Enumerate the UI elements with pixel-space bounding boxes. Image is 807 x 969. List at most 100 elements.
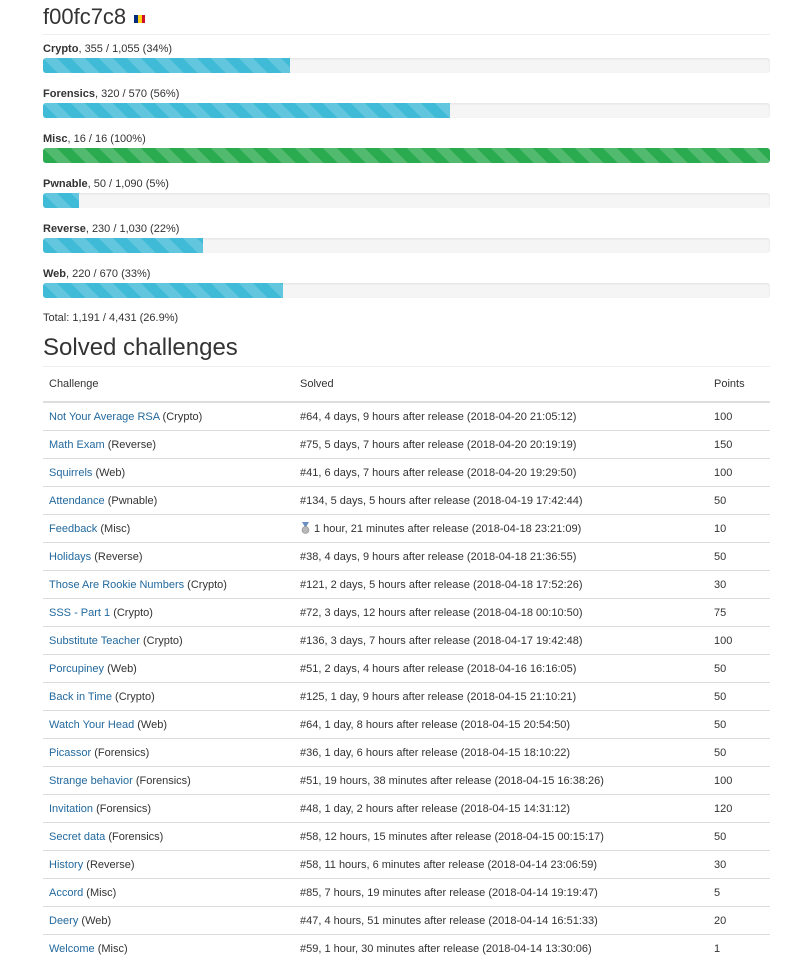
column-header-solved: Solved <box>294 367 708 403</box>
challenge-link[interactable]: Porcupiney <box>49 663 104 675</box>
challenge-link[interactable]: SSS - Part 1 <box>49 607 110 619</box>
progress-track <box>43 58 770 73</box>
progress-bar-fill <box>43 193 80 208</box>
challenge-category: (Forensics) <box>91 746 150 759</box>
challenge-cell: Attendance (Pwnable) <box>43 486 294 515</box>
solved-cell: #51, 2 days, 4 hours after release (2018… <box>294 654 708 683</box>
challenge-link[interactable]: Strange behavior <box>49 775 133 787</box>
category-name: Forensics <box>43 88 95 100</box>
table-row: Those Are Rookie Numbers (Crypto) #121, 2… <box>43 570 770 599</box>
challenge-link[interactable]: Not Your Average RSA <box>49 411 160 423</box>
solved-cell: #64, 4 days, 9 hours after release (2018… <box>294 402 708 431</box>
challenge-link[interactable]: Squirrels <box>49 467 92 479</box>
profile-header: f00fc7c8 <box>43 0 770 35</box>
challenge-link[interactable]: Substitute Teacher <box>49 635 140 647</box>
challenge-link[interactable]: Those Are Rookie Numbers <box>49 579 184 591</box>
table-header-row: Challenge Solved Points <box>43 367 770 403</box>
category-progress: Reverse, 230 / 1,030 (22%) <box>43 221 770 266</box>
category-name: Misc <box>43 133 68 145</box>
challenge-link[interactable]: Invitation <box>49 803 93 815</box>
challenge-cell: Watch Your Head (Web) <box>43 710 294 739</box>
category-label: Web, 220 / 670 (33%) <box>43 266 770 281</box>
category-stats: , 220 / 670 (33%) <box>66 268 151 280</box>
challenge-link[interactable]: Picassor <box>49 747 91 759</box>
challenge-link[interactable]: History <box>49 859 83 871</box>
challenge-cell: History (Reverse) <box>43 850 294 879</box>
solved-info: #51, 19 hours, 38 minutes after release … <box>300 774 604 787</box>
column-header-challenge: Challenge <box>43 367 294 403</box>
points-cell: 100 <box>714 410 733 423</box>
category-stats: , 50 / 1,090 (5%) <box>87 178 169 190</box>
first-blood-medal-icon <box>301 522 310 534</box>
points-cell: 30 <box>708 850 770 879</box>
challenge-cell: Strange behavior (Forensics) <box>43 766 294 795</box>
challenge-link[interactable]: Attendance <box>49 495 105 507</box>
solved-info: #58, 11 hours, 6 minutes after release (… <box>300 858 597 871</box>
challenge-link[interactable]: Watch Your Head <box>49 719 134 731</box>
challenge-link[interactable]: Deery <box>49 915 78 927</box>
challenge-cell: Secret data (Forensics) <box>43 822 294 851</box>
challenge-category: (Reverse) <box>104 438 156 451</box>
solved-info: #72, 3 days, 12 hours after release (201… <box>300 606 583 619</box>
table-row: Porcupiney (Web) #51, 2 days, 4 hours aft… <box>43 654 770 683</box>
solved-info: #48, 1 day, 2 hours after release (2018-… <box>300 802 571 815</box>
challenge-link[interactable]: Feedback <box>49 523 97 535</box>
points-cell: 100 <box>708 766 770 795</box>
points-cell: 50 <box>708 822 770 851</box>
profile-page: f00fc7c8 Crypto, 355 / 1,055 (34%) Forens… <box>0 0 807 962</box>
category-progress: Pwnable, 50 / 1,090 (5%) <box>43 176 770 221</box>
solved-cell: #47, 4 hours, 51 minutes after release (… <box>294 906 708 935</box>
category-label: Forensics, 320 / 570 (56%) <box>43 86 770 101</box>
challenge-cell: Back in Time (Crypto) <box>43 682 294 711</box>
table-row: Welcome (Misc) #59, 1 hour, 30 minutes af… <box>43 934 770 962</box>
points-cell: 75 <box>708 598 770 627</box>
solved-cell: #58, 11 hours, 6 minutes after release (… <box>294 850 708 879</box>
challenge-link[interactable]: Welcome <box>49 943 95 955</box>
progress-track <box>43 283 770 298</box>
table-row: Squirrels (Web) #41, 6 days, 7 hours afte… <box>43 458 770 487</box>
username: f00fc7c8 <box>43 4 127 29</box>
table-row: Attendance (Pwnable) #134, 5 days, 5 hour… <box>43 486 770 515</box>
challenge-category: (Misc) <box>94 942 128 955</box>
challenge-category: (Forensics) <box>105 830 164 843</box>
flag-stripe <box>141 15 146 23</box>
solved-cell: 1 hour, 21 minutes after release (2018-0… <box>294 514 708 543</box>
challenge-link[interactable]: Secret data <box>49 831 105 843</box>
solved-info: 1 hour, 21 minutes after release (2018-0… <box>314 523 582 535</box>
category-progress: Misc, 16 / 16 (100%) <box>43 131 770 176</box>
challenge-link[interactable]: Holidays <box>49 551 91 563</box>
table-row: Invitation (Forensics) #48, 1 day, 2 hour… <box>43 794 770 823</box>
solved-info: #136, 3 days, 7 hours after release (201… <box>300 634 583 647</box>
category-label: Pwnable, 50 / 1,090 (5%) <box>43 176 770 191</box>
solved-cell: #51, 19 hours, 38 minutes after release … <box>294 766 708 795</box>
points-cell: 50 <box>708 654 770 683</box>
solved-cell: #85, 7 hours, 19 minutes after release (… <box>294 878 708 907</box>
challenge-category: (Crypto) <box>111 690 155 703</box>
challenge-category: (Forensics) <box>93 802 152 815</box>
challenge-cell: Porcupiney (Web) <box>43 654 294 683</box>
challenge-link[interactable]: Accord <box>49 887 83 899</box>
table-row: History (Reverse) #58, 11 hours, 6 minute… <box>43 850 770 879</box>
points-cell: 50 <box>708 738 770 767</box>
challenge-cell: Welcome (Misc) <box>43 934 294 962</box>
solved-cell: #58, 12 hours, 15 minutes after release … <box>294 822 708 851</box>
solved-cell: #64, 1 day, 8 hours after release (2018-… <box>294 710 708 739</box>
challenge-category: (Crypto) <box>184 578 227 591</box>
category-label: Reverse, 230 / 1,030 (22%) <box>43 221 770 236</box>
progress-track <box>43 193 770 208</box>
points-cell: 10 <box>708 514 770 543</box>
points-cell: 50 <box>708 542 770 571</box>
challenge-cell: Picassor (Forensics) <box>43 738 294 767</box>
challenge-category: (Crypto) <box>159 410 203 423</box>
challenge-link[interactable]: Back in Time <box>49 691 112 703</box>
challenge-cell: Holidays (Reverse) <box>43 542 294 571</box>
points-cell: 50 <box>708 682 770 711</box>
table-row: Not Your Average RSA (Crypto) #64, 4 days… <box>43 402 770 431</box>
challenge-category: (Web) <box>78 914 112 927</box>
solved-info: #59, 1 hour, 30 minutes after release (2… <box>300 942 592 955</box>
solved-cell: #36, 1 day, 6 hours after release (2018-… <box>294 738 708 767</box>
challenge-link[interactable]: Math Exam <box>49 439 105 451</box>
category-label: Crypto, 355 / 1,055 (34%) <box>43 41 770 56</box>
solved-cell: #72, 3 days, 12 hours after release (201… <box>294 598 708 627</box>
category-progress: Crypto, 355 / 1,055 (34%) <box>43 41 770 86</box>
